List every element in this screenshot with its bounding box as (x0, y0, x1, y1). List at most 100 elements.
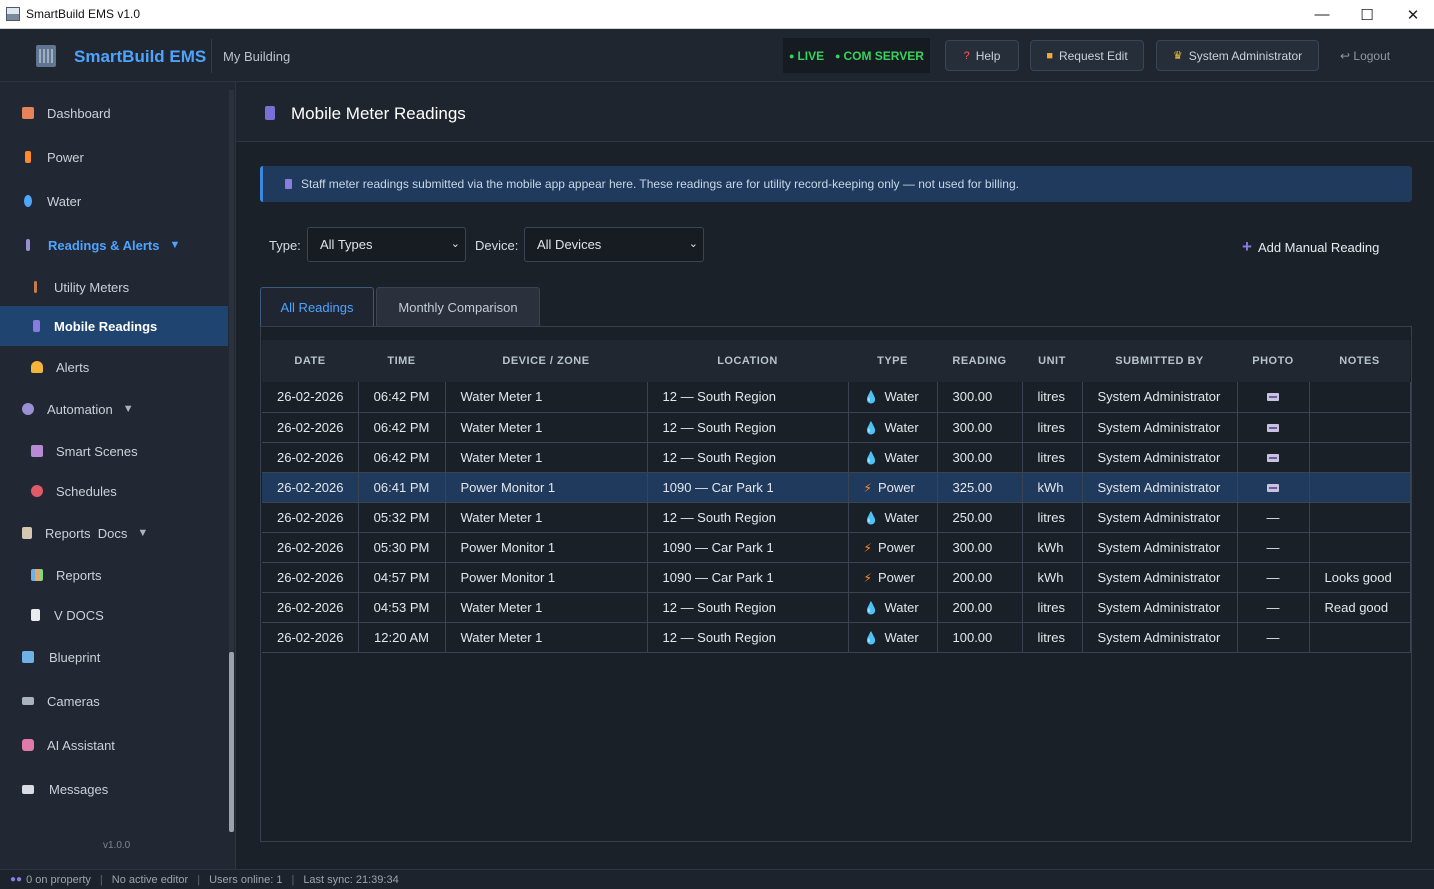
camera-icon (22, 697, 34, 705)
sidebar-item-label: Messages (49, 781, 109, 797)
sidebar-item-readings-alerts[interactable]: Readings & Alerts ▼ (0, 225, 228, 265)
sidebar-item-label: Dashboard (47, 105, 111, 121)
sidebar-item-cameras[interactable]: Cameras (0, 681, 228, 721)
column-header-date[interactable]: DATE (262, 340, 358, 382)
cell-date: 26-02-2026 (262, 562, 359, 593)
brand-name: SmartBuild EMS (74, 47, 207, 66)
cell-location: 1090 — Car Park 1 (647, 472, 849, 503)
cell-type: 💧 Water (848, 502, 938, 533)
sidebar-item-smart-scenes[interactable]: Smart Scenes (0, 431, 228, 471)
sidebar-item-reports[interactable]: Reports (0, 555, 228, 595)
minimize-button[interactable]: — (1299, 0, 1345, 29)
photo-icon[interactable] (1267, 423, 1279, 432)
com-server-badge: ● COM SERVER (829, 38, 930, 73)
type-label: Power (877, 539, 915, 555)
table-row[interactable]: 26-02-2026 06:42 PM Water Meter 1 12 — Sout… (262, 442, 1411, 473)
bell-icon (31, 361, 43, 373)
cell-submitted-by: System Administrator (1082, 472, 1238, 503)
cell-photo[interactable] (1237, 472, 1310, 503)
sidebar-item-dashboard[interactable]: Dashboard (0, 93, 228, 133)
building-icon (36, 45, 56, 67)
user-menu-button[interactable]: ♛ System Administrator (1156, 40, 1319, 71)
cell-notes (1309, 622, 1411, 653)
app-header: SmartBuild EMS My Building ● LIVE ● COM SE… (0, 29, 1434, 82)
table-row[interactable]: 26-02-2026 12:20 AM Water Meter 1 12 — Sout… (262, 622, 1411, 653)
tab-all-readings[interactable]: All Readings (260, 287, 374, 326)
header-divider (211, 39, 212, 73)
column-header-photo[interactable]: PHOTO (1237, 340, 1309, 382)
cell-device: Power Monitor 1 (445, 562, 648, 593)
sidebar-item-alerts[interactable]: Alerts (0, 347, 228, 387)
sidebar-item-label: Alerts (56, 359, 90, 375)
column-header-notes[interactable]: NOTES (1309, 340, 1410, 382)
sidebar-item-label: Automation (47, 401, 113, 417)
table-row[interactable]: 26-02-2026 06:41 PM Power Monitor 1 1090 — … (262, 472, 1411, 503)
column-header-reading[interactable]: READING (937, 340, 1022, 382)
sidebar-item-label: V DOCS (54, 607, 104, 623)
table-row[interactable]: 26-02-2026 06:42 PM Water Meter 1 12 — Sout… (262, 382, 1411, 413)
table-row[interactable]: 26-02-2026 04:57 PM Power Monitor 1 1090 — … (262, 562, 1411, 593)
maximize-button[interactable]: ☐ (1344, 0, 1390, 29)
building-selector[interactable]: My Building (223, 49, 290, 64)
column-header-submitted-by[interactable]: SUBMITTED BY (1082, 340, 1237, 382)
sidebar-item-water[interactable]: Water (0, 181, 228, 221)
sidebar-item-label: Readings & Alerts (48, 237, 160, 253)
sidebar-item-messages[interactable]: Messages (0, 769, 228, 809)
cell-submitted-by: System Administrator (1082, 562, 1238, 593)
main-content: Mobile Meter Readings Staff meter readin… (236, 82, 1434, 869)
sidebar-item-mobile-readings[interactable]: Mobile Readings (0, 306, 228, 346)
sidebar-item-label: Water (47, 193, 82, 209)
chevron-down-icon: ⌄ (688, 238, 698, 250)
sidebar-item-automation[interactable]: Automation ▼ (0, 389, 228, 429)
request-edit-label: Request Edit (1058, 48, 1128, 63)
column-header-time[interactable]: TIME (358, 340, 445, 382)
add-manual-reading-label: Add Manual Reading (1257, 239, 1380, 255)
type-label: Power (877, 569, 915, 585)
cell-photo[interactable] (1237, 442, 1310, 473)
sidebar-item-blueprint[interactable]: Blueprint (0, 637, 228, 677)
add-manual-reading-button[interactable]: + Add Manual Reading (1242, 237, 1379, 257)
droplet-icon: 💧 (863, 630, 879, 645)
help-button[interactable]: ? Help (945, 40, 1019, 71)
sidebar-item-schedules[interactable]: Schedules (0, 471, 228, 511)
cell-date: 26-02-2026 (262, 472, 359, 503)
sidebar-item-ai-assistant[interactable]: AI Assistant (0, 725, 228, 765)
close-window-button[interactable]: ✕ (1390, 0, 1434, 29)
cell-location: 12 — South Region (647, 412, 849, 443)
sidebar-item-power[interactable]: Power (0, 137, 228, 177)
tab-monthly-comparison[interactable]: Monthly Comparison (376, 287, 540, 326)
column-header-location[interactable]: LOCATION (647, 340, 848, 382)
cell-photo[interactable] (1237, 382, 1310, 413)
sidebar-item-v-docs[interactable]: V DOCS (0, 595, 228, 635)
bar-chart-icon (31, 569, 43, 581)
com-dot-icon: ● (835, 50, 841, 61)
sidebar-item-label: Schedules (56, 483, 117, 499)
table-row[interactable]: 26-02-2026 06:42 PM Water Meter 1 12 — Sout… (262, 412, 1411, 443)
photo-icon[interactable] (1267, 393, 1279, 402)
cell-time: 05:32 PM (358, 502, 446, 533)
sidebar-scrollbar-thumb[interactable] (229, 652, 234, 832)
bolt-icon (25, 151, 31, 163)
table-row[interactable]: 26-02-2026 05:30 PM Power Monitor 1 1090 — … (262, 532, 1411, 563)
sidebar-item-reports-docs[interactable]: Reports Docs ▼ (0, 513, 228, 553)
cell-photo: — (1237, 622, 1310, 653)
sidebar-item-utility-meters[interactable]: Utility Meters (0, 267, 228, 307)
column-header-type[interactable]: TYPE (848, 340, 937, 382)
photo-icon[interactable] (1267, 453, 1279, 462)
table-row[interactable]: 26-02-2026 05:32 PM Water Meter 1 12 — Sout… (262, 502, 1411, 533)
cell-type: ⚡ Power (848, 562, 938, 593)
cell-location: 1090 — Car Park 1 (647, 532, 849, 563)
column-header-unit[interactable]: UNIT (1022, 340, 1082, 382)
window-titlebar: SmartBuild EMS v1.0 — ☐ ✕ (0, 0, 1434, 29)
logout-button[interactable]: ↩ Logout (1340, 49, 1390, 63)
column-header-device-zone[interactable]: DEVICE / ZONE (445, 340, 647, 382)
table-row[interactable]: 26-02-2026 04:53 PM Water Meter 1 12 — Sout… (262, 592, 1411, 623)
device-filter-select[interactable]: All Devices ⌄ (524, 227, 704, 262)
house-icon (22, 107, 34, 119)
photo-icon[interactable] (1267, 483, 1279, 492)
cell-photo[interactable] (1237, 412, 1310, 443)
request-edit-button[interactable]: ■ Request Edit (1030, 40, 1144, 71)
caret-down-icon: ▼ (137, 527, 149, 539)
table-header-row: DATE TIME DEVICE / ZONE LOCATION TYPE RE… (262, 340, 1410, 382)
type-filter-select[interactable]: All Types ⌄ (307, 227, 466, 262)
